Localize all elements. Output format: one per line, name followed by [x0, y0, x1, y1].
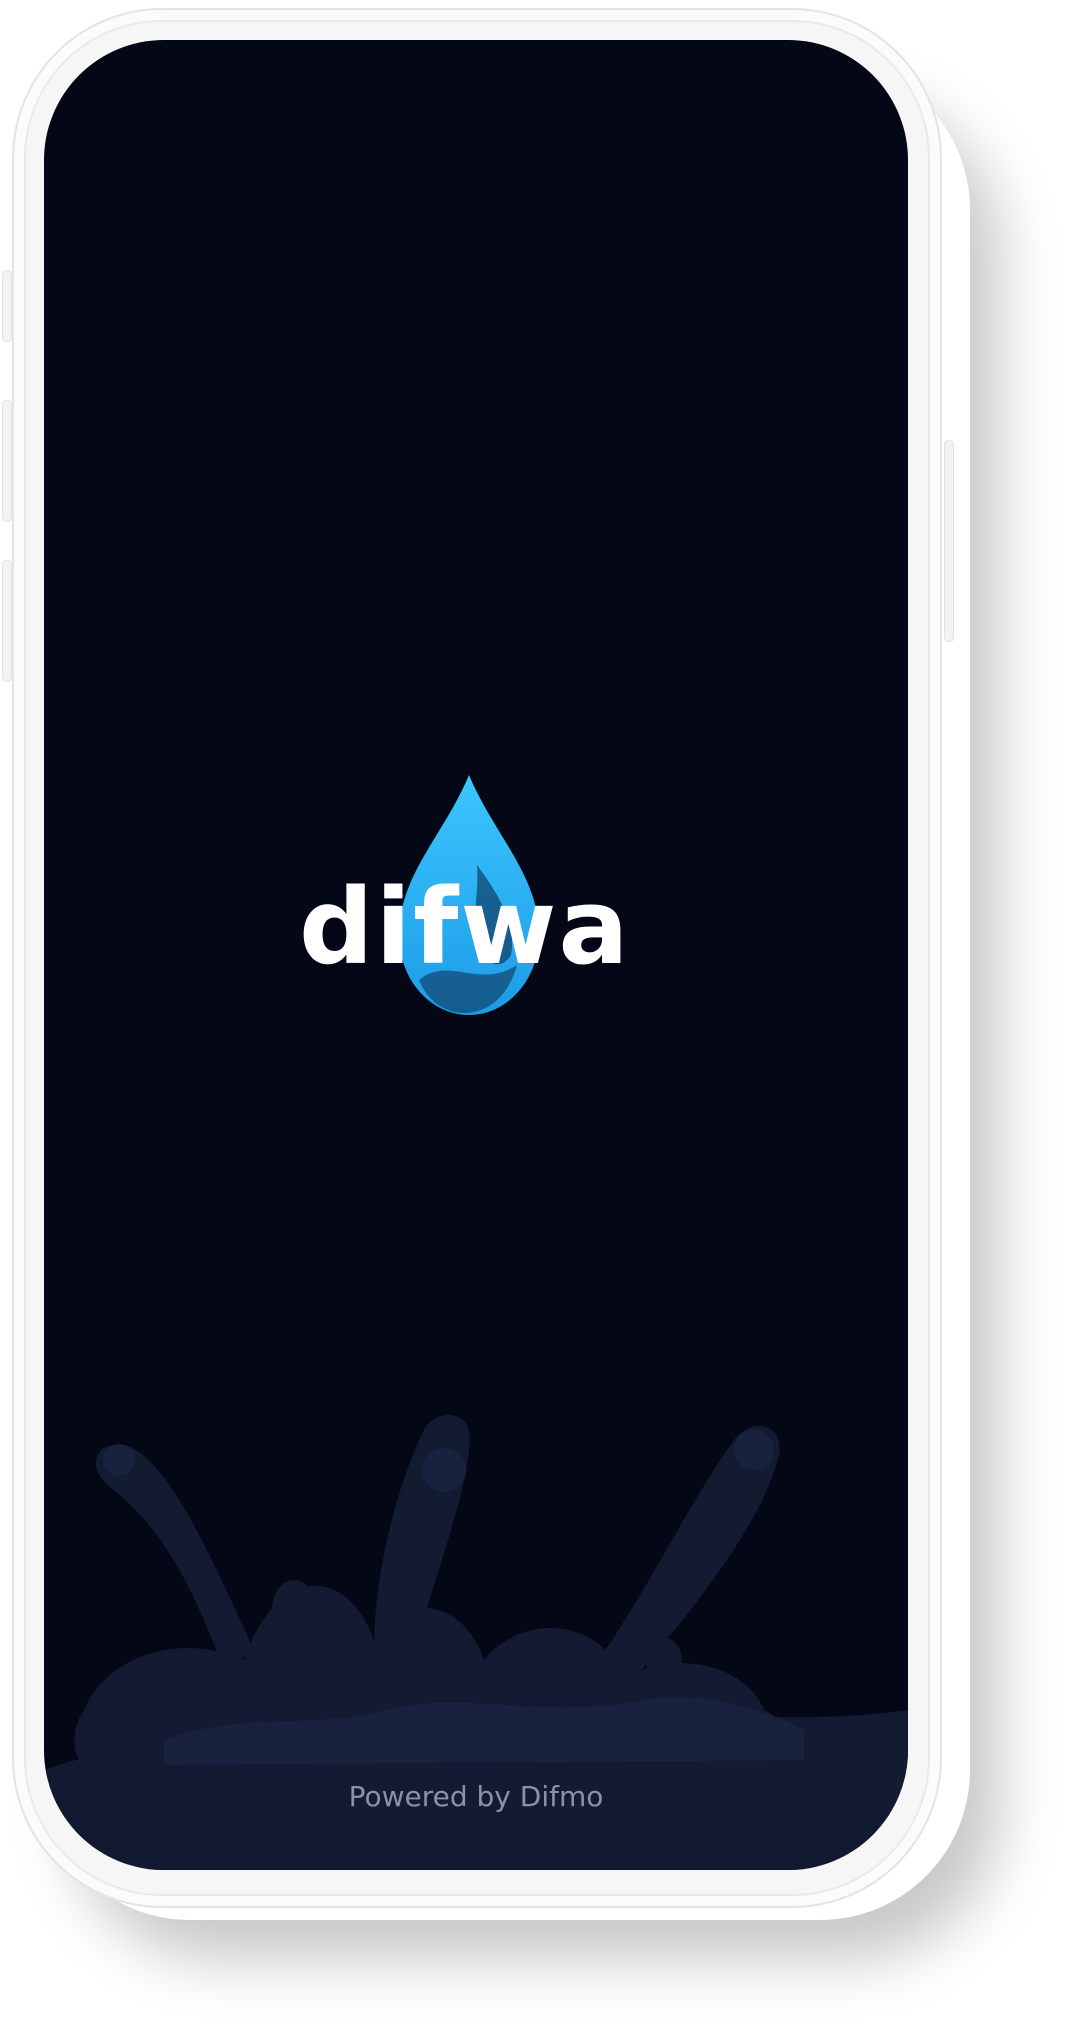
mockup-stage: difwa Powered by Difmo [0, 0, 1075, 2024]
app-logo: difwa [299, 775, 659, 1015]
volume-down-button [2, 560, 12, 682]
splash-screen: difwa Powered by Difmo [44, 40, 908, 1870]
power-button [944, 440, 954, 642]
volume-up-button [2, 400, 12, 522]
powered-by-label: Powered by Difmo [348, 1780, 604, 1813]
logo-wordmark: difwa [299, 866, 631, 988]
mute-switch [2, 270, 12, 342]
